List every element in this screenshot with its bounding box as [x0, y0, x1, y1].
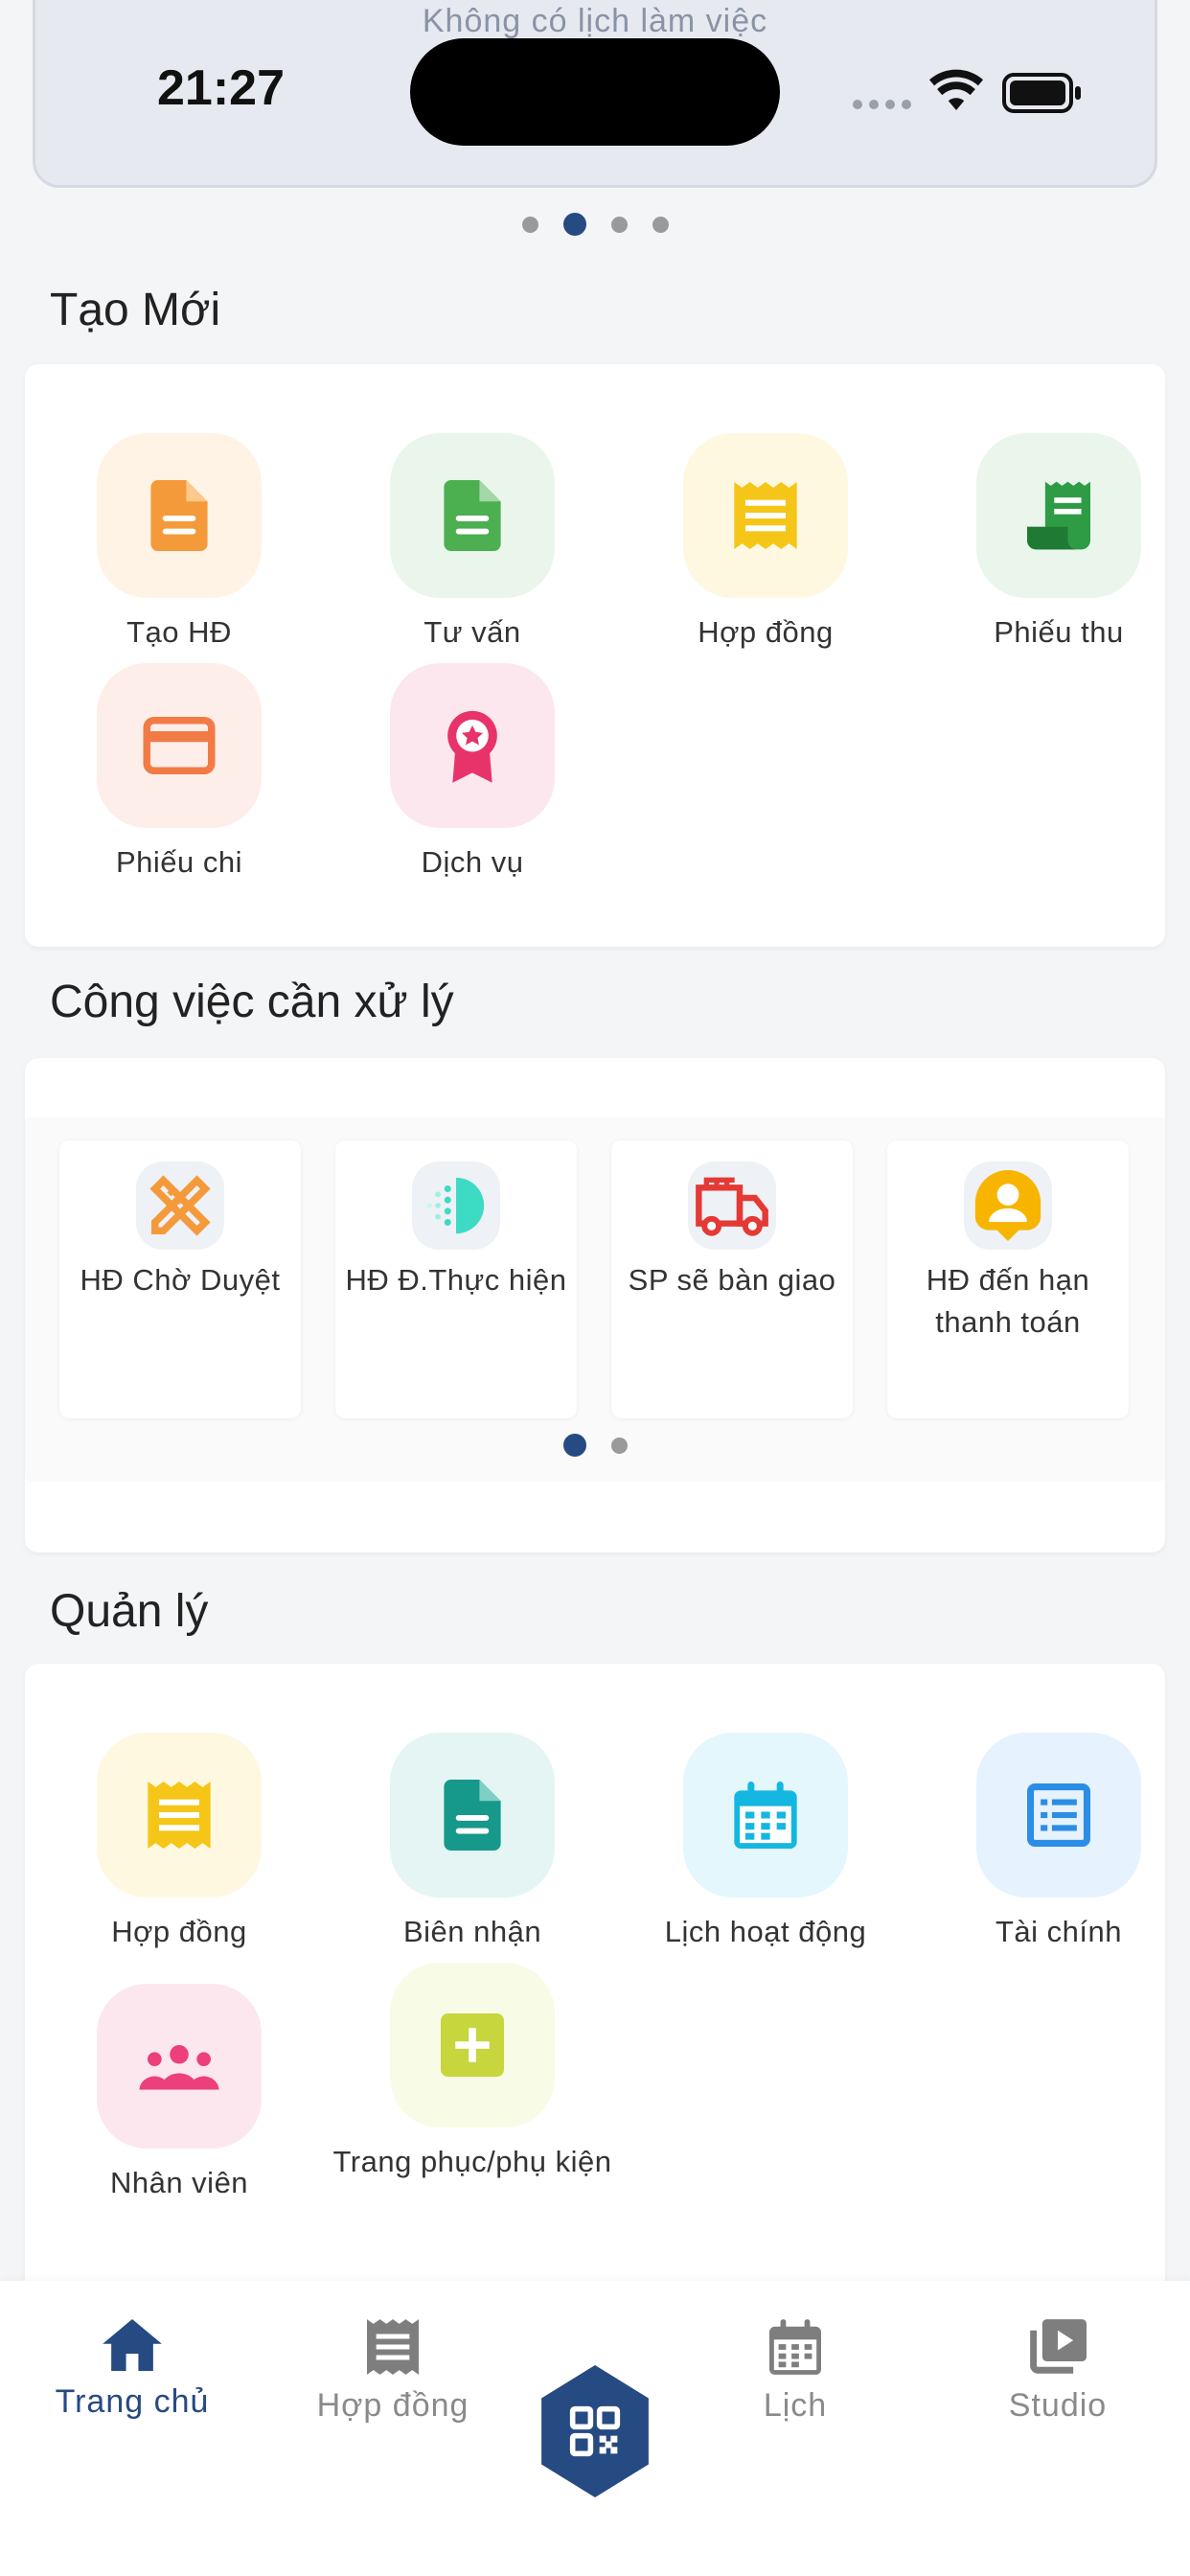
pager-dot[interactable]	[652, 216, 669, 233]
nav-home-label: Trang chủ	[55, 2383, 210, 2420]
staff-label: Nhân viên	[109, 2166, 249, 2199]
user-pin-icon	[974, 1170, 1041, 1241]
finance-item[interactable]: Tài chính	[912, 1733, 1190, 1953]
contract-item[interactable]: Hợp đồng	[619, 433, 912, 654]
home-icon	[103, 2319, 162, 2371]
activity-calendar-item[interactable]: Lịch hoạt động	[619, 1733, 912, 1953]
schedule-empty-text: Không có lịch làm việc	[422, 3, 768, 39]
bottom-nav: Trang chủ Hợp đồng Lịch Studio	[0, 2281, 1190, 2576]
costume-accessory-label: Trang phục/phụ kiện	[332, 2145, 612, 2178]
ruler-pencil-icon	[149, 1175, 211, 1236]
nav-contracts-label: Hợp đồng	[316, 2387, 469, 2424]
pager-dot[interactable]	[610, 216, 628, 233]
task-to-deliver[interactable]: SP sẽ bàn giao	[611, 1140, 853, 1418]
banner-pager	[0, 213, 1190, 236]
nav-studio-label: Studio	[1008, 2387, 1108, 2424]
create-section-title: Tạo Mới	[50, 285, 221, 335]
task-in-progress-label: HĐ Đ.Thực hiện	[345, 1263, 567, 1297]
people-icon	[139, 2045, 219, 2090]
service-item[interactable]: Dịch vụ	[326, 663, 619, 884]
status-time: 21:27	[157, 60, 285, 116]
list-icon	[1027, 1783, 1090, 1847]
tasks-pager	[0, 1434, 1190, 1457]
pager-dot-active[interactable]	[562, 213, 586, 236]
calendar-icon	[734, 1782, 797, 1849]
pager-dot[interactable]	[521, 216, 538, 233]
calendar-icon	[769, 2319, 821, 2375]
add-box-icon	[441, 2013, 504, 2077]
payment-voucher-label: Phiếu chi	[115, 845, 243, 879]
consult-label: Tư vấn	[423, 615, 521, 649]
staff-item[interactable]: Nhân viên	[33, 1984, 326, 2204]
manage-section-title: Quản lý	[50, 1586, 209, 1637]
activity-calendar-label: Lịch hoạt động	[664, 1915, 867, 1948]
receipt-roll-icon	[1027, 481, 1090, 550]
manage-card: Hợp đồng Biên nhận Lịch hoạt động Tài ch…	[25, 1664, 1165, 2296]
service-label: Dịch vụ	[421, 845, 524, 879]
document-icon	[444, 480, 501, 551]
create-contract-item[interactable]: Tạo HĐ	[33, 433, 326, 654]
award-badge-icon	[447, 710, 497, 783]
pager-dot[interactable]	[610, 1437, 628, 1454]
manage-contract-label: Hợp đồng	[111, 1915, 247, 1948]
task-pending-approval-label: HĐ Chờ Duyệt	[80, 1263, 281, 1297]
nav-contracts[interactable]: Hợp đồng	[268, 2319, 517, 2425]
video-library-icon	[1030, 2319, 1087, 2374]
create-card: Tạo HĐ Tư vấn Hợp đồng Phiếu thu Phiếu c…	[25, 364, 1165, 947]
signal-icon	[853, 100, 911, 109]
task-payment-due-label: HĐ đến hạn thanh toán	[926, 1263, 1090, 1339]
nav-calendar[interactable]: Lịch	[671, 2319, 920, 2425]
tasks-section-title: Công việc cần xử lý	[50, 977, 454, 1027]
task-pending-approval[interactable]: HĐ Chờ Duyệt	[59, 1140, 301, 1418]
manage-contract-item[interactable]: Hợp đồng	[33, 1733, 326, 1953]
qr-code-icon	[569, 2405, 621, 2457]
finance-label: Tài chính	[995, 1915, 1122, 1948]
task-in-progress[interactable]: HĐ Đ.Thực hiện	[335, 1140, 577, 1418]
half-moon-dots-icon	[426, 1177, 485, 1234]
document-icon	[444, 1780, 501, 1851]
task-payment-due[interactable]: HĐ đến hạn thanh toán	[887, 1140, 1129, 1418]
receipt-voucher-item[interactable]: Phiếu thu	[912, 433, 1190, 654]
receipt-voucher-label: Phiếu thu	[994, 615, 1124, 649]
payment-voucher-item[interactable]: Phiếu chi	[33, 663, 326, 884]
receipt-note-label: Biên nhận	[402, 1915, 542, 1948]
wifi-icon	[929, 69, 983, 110]
fire-truck-icon	[696, 1177, 768, 1236]
contract-label: Hợp đồng	[698, 615, 834, 649]
nav-calendar-label: Lịch	[763, 2387, 828, 2424]
document-icon	[150, 480, 208, 551]
task-to-deliver-label: SP sẽ bàn giao	[628, 1263, 836, 1297]
create-contract-label: Tạo HĐ	[126, 615, 232, 649]
nav-home[interactable]: Trang chủ	[8, 2319, 257, 2421]
consult-item[interactable]: Tư vấn	[326, 433, 619, 654]
receipt-icon	[148, 1782, 211, 1849]
dynamic-island	[410, 38, 780, 146]
pager-dot-active[interactable]	[562, 1434, 586, 1457]
receipt-note-item[interactable]: Biên nhận	[326, 1733, 619, 1953]
receipt-icon	[734, 482, 797, 549]
nav-studio[interactable]: Studio	[933, 2319, 1182, 2425]
battery-icon	[1002, 73, 1081, 113]
credit-card-icon	[143, 717, 216, 774]
qr-scan-button[interactable]	[541, 2365, 649, 2497]
receipt-icon	[367, 2319, 419, 2375]
costume-accessory-item[interactable]: Trang phục/phụ kiện	[326, 1963, 619, 2183]
